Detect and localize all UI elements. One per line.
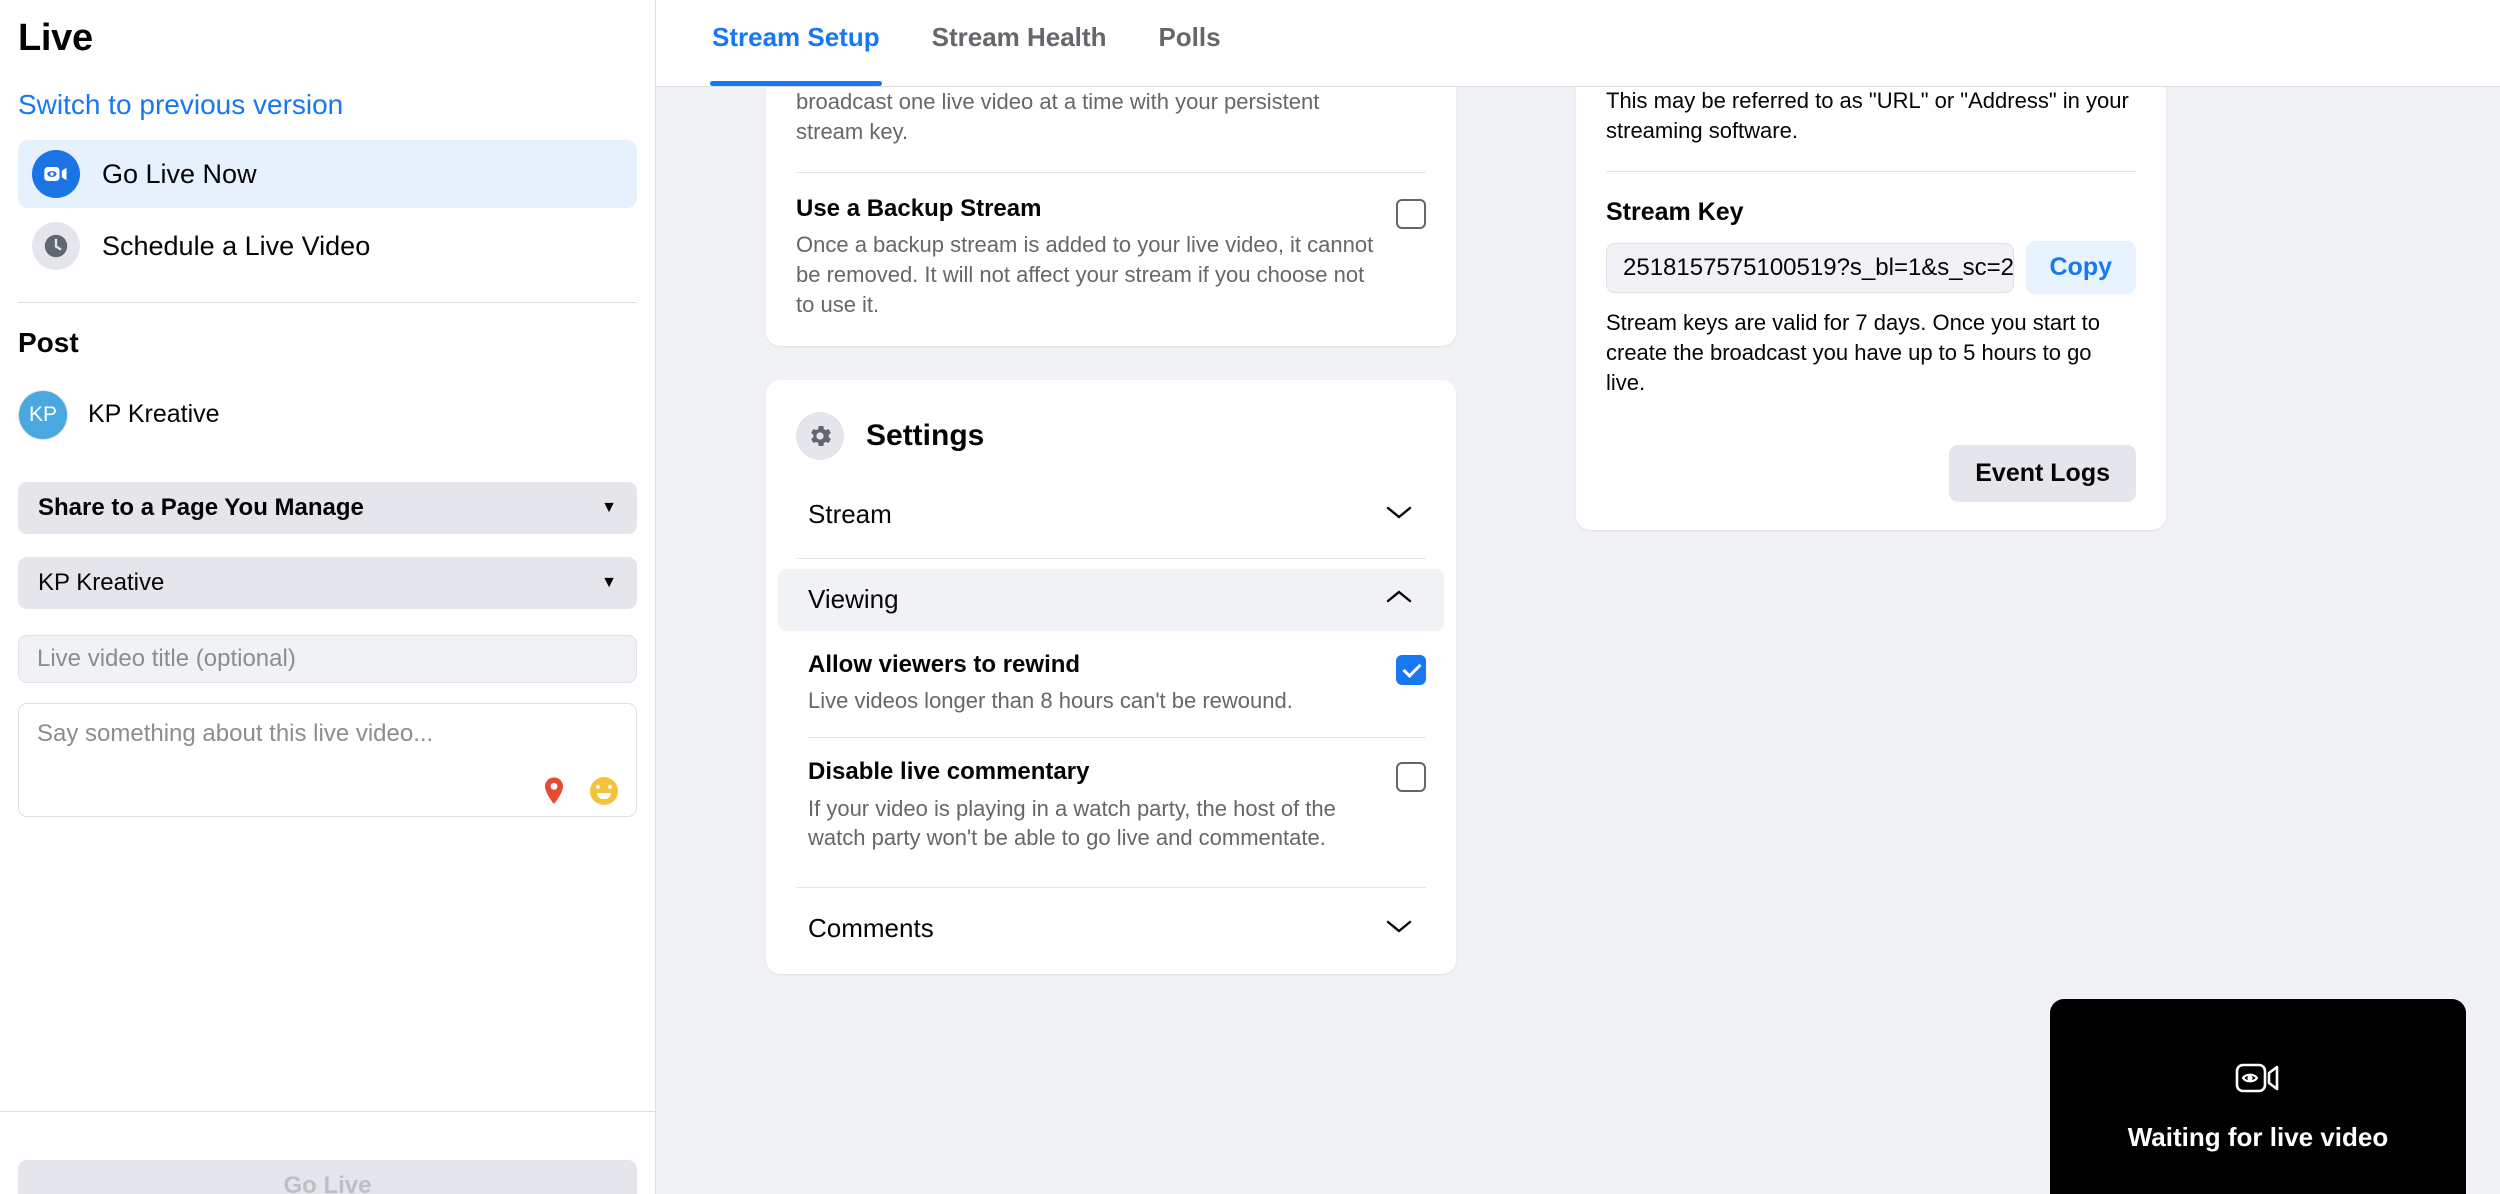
sidebar-item-go-live-now[interactable]: Go Live Now: [18, 140, 637, 209]
live-video-title-input[interactable]: Live video title (optional): [18, 634, 637, 683]
main-area: Stream Setup Stream Health Polls Use a P…: [656, 0, 2500, 1194]
sidebar-item-label: Schedule a Live Video: [102, 231, 371, 262]
event-logs-button[interactable]: Event Logs: [1949, 445, 2136, 503]
stream-key-input[interactable]: 2518157575100519?s_bl=1&s_sc=25181575951…: [1606, 242, 2014, 293]
settings-title: Settings: [866, 418, 985, 452]
gear-icon: [796, 411, 844, 460]
chevron-down-icon: ▼: [601, 573, 617, 591]
emoji-icon[interactable]: [590, 776, 618, 805]
post-author: KP KP Kreative: [18, 362, 637, 440]
chevron-down-icon: ▼: [601, 498, 617, 516]
option-description: Once a backup stream is added to your li…: [796, 232, 1374, 317]
sidebar-item-label: Go Live Now: [102, 159, 257, 190]
page-select[interactable]: KP Kreative ▼: [18, 556, 637, 609]
accordion-label: Viewing: [808, 584, 899, 614]
sidebar-item-schedule-live-video[interactable]: Schedule a Live Video: [18, 212, 637, 280]
post-section-title: Post: [18, 327, 79, 359]
option-backup-stream[interactable]: Use a Backup Stream Once a backup stream…: [796, 172, 1426, 345]
description-placeholder: Say something about this live video...: [37, 719, 434, 747]
page-title: Live: [18, 17, 93, 59]
chevron-down-icon: [1384, 917, 1414, 940]
option-description: Live videos longer than 8 hours can't be…: [808, 687, 1293, 713]
go-live-button[interactable]: Go Live: [18, 1160, 637, 1194]
stream-key-row: 2518157575100519?s_bl=1&s_sc=25181575951…: [1606, 241, 2136, 295]
page-select-label: KP Kreative: [38, 568, 165, 596]
share-target-label: Share to a Page You Manage: [38, 493, 364, 521]
author-name: KP Kreative: [88, 400, 220, 429]
accordion-separator: [796, 557, 1426, 559]
allow-rewind-checkbox[interactable]: [1396, 654, 1426, 685]
accordion-stream[interactable]: Stream: [778, 484, 1444, 546]
chevron-down-icon: [1384, 503, 1414, 526]
live-video-title-placeholder: Live video title (optional): [37, 644, 296, 672]
switch-to-previous-version-link[interactable]: Switch to previous version: [18, 63, 637, 140]
stream-connection-card: This may be referred to as "URL" or "Add…: [1576, 22, 2166, 531]
tab-stream-setup[interactable]: Stream Setup: [686, 0, 906, 86]
live-producer-app: Live Switch to previous version Go Live …: [0, 0, 2500, 1194]
disable-commentary-checkbox[interactable]: [1396, 762, 1426, 793]
stream-key-validity-note: Stream keys are valid for 7 days. Once y…: [1606, 310, 2100, 395]
accordion-label: Comments: [808, 913, 934, 944]
video-camera-eye-icon: [32, 150, 80, 199]
clock-icon: [32, 222, 80, 271]
tab-bar: Stream Setup Stream Health Polls: [656, 0, 2500, 87]
accordion-viewing[interactable]: Viewing: [778, 568, 1444, 631]
chevron-up-icon: [1384, 588, 1414, 611]
copy-stream-key-button[interactable]: Copy: [2025, 241, 2136, 295]
center-column: Use a Persistent Stream Key This can be …: [766, 0, 1456, 974]
tab-stream-health[interactable]: Stream Health: [906, 0, 1133, 86]
left-sidebar: Live Switch to previous version Go Live …: [0, 0, 656, 1194]
settings-header: Settings: [766, 380, 1456, 484]
settings-card: Settings Stream Viewing Allow viewers to…: [766, 379, 1456, 974]
tab-polls[interactable]: Polls: [1132, 0, 1246, 86]
option-title: Allow viewers to rewind: [808, 650, 1081, 678]
sidebar-footer-divider: [0, 1111, 655, 1112]
stream-key-label: Stream Key: [1606, 198, 1744, 227]
backup-stream-checkbox[interactable]: [1396, 199, 1426, 230]
option-title: Disable live commentary: [808, 758, 1090, 786]
accordion-separator: [796, 886, 1426, 888]
live-video-description-input[interactable]: Say something about this live video...: [18, 702, 637, 817]
viewing-options: Allow viewers to rewind Live videos long…: [766, 631, 1456, 875]
tab-content: Use a Persistent Stream Key This can be …: [656, 0, 2500, 1194]
option-description: If your video is playing in a watch part…: [808, 795, 1336, 851]
accordion-comments[interactable]: Comments: [778, 898, 1444, 960]
option-disable-live-commentary[interactable]: Disable live commentary If your video is…: [808, 737, 1426, 875]
avatar: KP: [18, 389, 68, 440]
accordion-label: Stream: [808, 499, 892, 529]
option-title: Use a Backup Stream: [796, 195, 1042, 223]
video-camera-eye-icon: [2235, 1061, 2281, 1100]
preview-status-label: Waiting for live video: [2127, 1122, 2389, 1152]
option-allow-viewers-to-rewind[interactable]: Allow viewers to rewind Live videos long…: [808, 631, 1426, 738]
share-target-select[interactable]: Share to a Page You Manage ▼: [18, 481, 637, 534]
location-pin-icon[interactable]: [542, 776, 566, 806]
live-video-preview: Waiting for live video: [2050, 999, 2466, 1194]
